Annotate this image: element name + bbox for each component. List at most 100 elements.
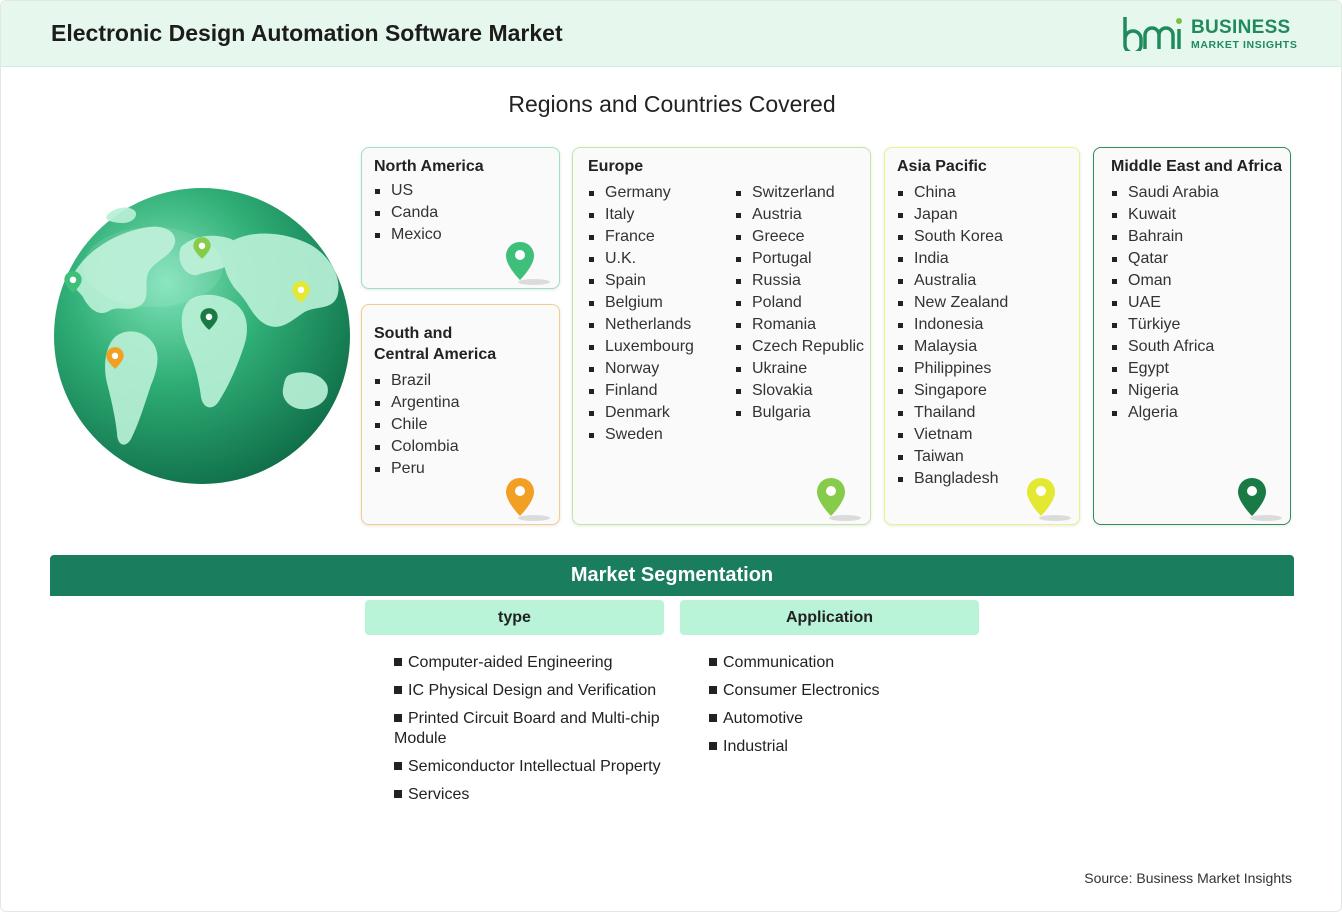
list-item: Poland xyxy=(735,292,864,314)
list-item: Bangladesh xyxy=(897,468,1008,490)
list-item-text: IC Physical Design and Verification xyxy=(408,682,657,699)
list-item: Greece xyxy=(735,226,864,248)
list-item: Norway xyxy=(588,358,694,380)
list-item: Kuwait xyxy=(1111,204,1219,226)
list-item: Computer-aided Engineering xyxy=(394,653,664,673)
list-item-text: Services xyxy=(408,786,470,803)
region-card-middle-east-africa: Middle East and Africa Saudi Arabia Kuwa… xyxy=(1093,147,1291,525)
list-item: Mexico xyxy=(374,224,442,246)
list-item: U.K. xyxy=(588,248,694,270)
list-item: Türkiye xyxy=(1111,314,1219,336)
list-item: Saudi Arabia xyxy=(1111,182,1219,204)
list-item-text: Printed Circuit Board and Multi-chip Mod… xyxy=(394,710,660,747)
list-item: Switzerland xyxy=(735,182,864,204)
region-card-asia-pacific: Asia Pacific China Japan South Korea Ind… xyxy=(884,147,1080,525)
list-item: US xyxy=(374,180,442,202)
region-title: Europe xyxy=(588,158,644,175)
list-item: Printed Circuit Board and Multi-chip Mod… xyxy=(394,709,664,749)
list-item: South Africa xyxy=(1111,336,1219,358)
list-item: UAE xyxy=(1111,292,1219,314)
list-item: Portugal xyxy=(735,248,864,270)
list-item-text: Semiconductor Intellectual Property xyxy=(408,758,661,775)
list-item: Singapore xyxy=(897,380,1008,402)
infographic-frame: Electronic Design Automation Software Ma… xyxy=(0,0,1342,912)
list-item: Algeria xyxy=(1111,402,1219,424)
segment-list-type: Computer-aided Engineering IC Physical D… xyxy=(394,653,664,813)
list-item: Brazil xyxy=(374,370,460,392)
segment-header-type: type xyxy=(365,600,664,635)
bullet-square-icon xyxy=(394,686,402,694)
region-card-europe: Europe Germany Italy France U.K. Spain B… xyxy=(572,147,871,525)
country-list: Switzerland Austria Greece Portugal Russ… xyxy=(735,182,864,424)
region-card-south-central-america: South and Central America Brazil Argenti… xyxy=(361,304,560,525)
map-pin-icon xyxy=(106,347,124,369)
list-item: Russia xyxy=(735,270,864,292)
list-item: Philippines xyxy=(897,358,1008,380)
country-list: US Canda Mexico xyxy=(374,180,442,246)
list-item: India xyxy=(897,248,1008,270)
list-item-text: Consumer Electronics xyxy=(723,682,880,699)
list-item-text: Industrial xyxy=(723,738,788,755)
list-item: Peru xyxy=(374,458,460,480)
list-item: Indonesia xyxy=(897,314,1008,336)
list-item: Consumer Electronics xyxy=(709,681,979,701)
list-item: Australia xyxy=(897,270,1008,292)
list-item: Argentina xyxy=(374,392,460,414)
logo-text-market-insights: MARKET INSIGHTS xyxy=(1191,39,1298,51)
logo-text-business: BUSINESS xyxy=(1191,17,1291,38)
list-item: France xyxy=(588,226,694,248)
list-item: Denmark xyxy=(588,402,694,424)
list-item: Spain xyxy=(588,270,694,292)
header: Electronic Design Automation Software Ma… xyxy=(1,1,1341,67)
list-item: China xyxy=(897,182,1008,204)
segment-header-application: Application xyxy=(680,600,979,635)
list-item: Romania xyxy=(735,314,864,336)
list-item: Italy xyxy=(588,204,694,226)
regions-title: Regions and Countries Covered xyxy=(508,91,836,117)
list-item: Egypt xyxy=(1111,358,1219,380)
globe-illustration xyxy=(54,188,350,484)
list-item: Sweden xyxy=(588,424,694,446)
bullet-square-icon xyxy=(709,686,717,694)
list-item: Colombia xyxy=(374,436,460,458)
list-item: Germany xyxy=(588,182,694,204)
list-item: IC Physical Design and Verification xyxy=(394,681,664,701)
region-title: Asia Pacific xyxy=(897,158,987,175)
list-item: Qatar xyxy=(1111,248,1219,270)
list-item: Netherlands xyxy=(588,314,694,336)
list-item: South Korea xyxy=(897,226,1008,248)
list-item: Services xyxy=(394,785,664,805)
list-item: Chile xyxy=(374,414,460,436)
list-item: Slovakia xyxy=(735,380,864,402)
map-pin-icon xyxy=(292,281,310,303)
list-item: Austria xyxy=(735,204,864,226)
region-title: Middle East and Africa xyxy=(1111,158,1282,175)
list-item: Belgium xyxy=(588,292,694,314)
list-item: Finland xyxy=(588,380,694,402)
list-item: Semiconductor Intellectual Property xyxy=(394,757,664,777)
map-pin-icon xyxy=(193,237,211,259)
list-item-text: Computer-aided Engineering xyxy=(408,654,613,671)
list-item-text: Communication xyxy=(723,654,835,671)
list-item: Ukraine xyxy=(735,358,864,380)
list-item: Bulgaria xyxy=(735,402,864,424)
market-segmentation-bar: Market Segmentation xyxy=(50,555,1294,596)
list-item-text: Automotive xyxy=(723,710,804,727)
list-item: Canda xyxy=(374,202,442,224)
location-pin-icon xyxy=(506,242,550,285)
list-item: Czech Republic xyxy=(735,336,864,358)
list-item: Nigeria xyxy=(1111,380,1219,402)
bullet-square-icon xyxy=(394,762,402,770)
segment-list-application: Communication Consumer Electronics Autom… xyxy=(709,653,979,765)
map-pin-icon xyxy=(200,308,218,330)
bullet-square-icon xyxy=(394,790,402,798)
list-item: Luxembourg xyxy=(588,336,694,358)
list-item: Automotive xyxy=(709,709,979,729)
country-list: Saudi Arabia Kuwait Bahrain Qatar Oman U… xyxy=(1111,182,1219,424)
list-item: Bahrain xyxy=(1111,226,1219,248)
location-pin-icon xyxy=(1027,478,1071,521)
list-item: Vietnam xyxy=(897,424,1008,446)
page-title: Electronic Design Automation Software Ma… xyxy=(51,20,563,46)
list-item: Oman xyxy=(1111,270,1219,292)
source-note: Source: Business Market Insights xyxy=(1084,870,1292,886)
